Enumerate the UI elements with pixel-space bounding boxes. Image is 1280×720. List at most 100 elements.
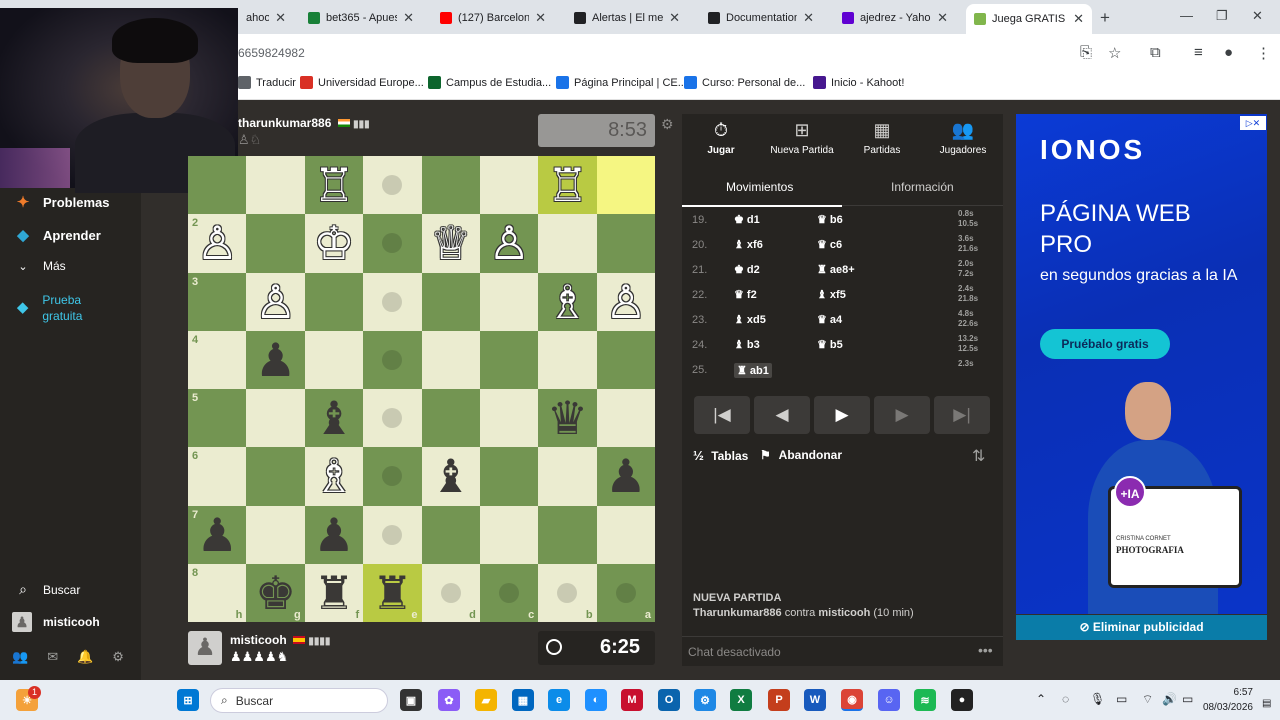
browser-tab[interactable]: ajedrez - Yahoo ✕ [834, 6, 956, 30]
task-view-icon[interactable]: ▣ [400, 689, 422, 711]
media-icon[interactable]: ≡ [1194, 44, 1203, 61]
wifi-icon[interactable]: ⌔ [1142, 692, 1153, 707]
sidebar-item-mas[interactable]: ⌄ Más [12, 259, 65, 273]
board-square[interactable] [421, 330, 480, 389]
minimize-button[interactable]: — [1180, 8, 1193, 23]
chess-piece[interactable]: ♝ [430, 453, 471, 499]
clock-time[interactable]: 6:57 [1209, 687, 1253, 698]
move-white[interactable]: ♚ d2 [734, 263, 760, 276]
board-square[interactable] [421, 272, 480, 331]
sidebar-search[interactable]: ⌕ Buscar [12, 581, 80, 598]
next-move-button[interactable]: ▶ [874, 396, 930, 434]
ad-cta-button[interactable]: Pruébalo gratis [1040, 329, 1170, 359]
friends-icon[interactable]: 👥 [12, 649, 28, 665]
sidebar-item-problemas[interactable]: ✦ Problemas [12, 193, 110, 211]
word-icon[interactable]: W [804, 689, 826, 711]
sidebar-item-aprender[interactable]: ◆ Aprender [12, 226, 101, 244]
app-red-icon[interactable]: ● [951, 689, 973, 711]
bookmark-star-icon[interactable]: ☆ [1108, 44, 1121, 62]
move-white[interactable]: ♚ d1 [734, 213, 760, 226]
maximize-button[interactable]: ❐ [1216, 8, 1228, 24]
board-square[interactable]: 7 ♟ [188, 505, 247, 564]
player-two[interactable]: misticooh [818, 607, 870, 619]
board-square[interactable] [246, 156, 305, 215]
nav-jugar[interactable]: ⏱ Jugar [696, 120, 746, 156]
chess-piece[interactable]: ♙ [605, 279, 646, 325]
top-player-name[interactable]: tharunkumar886 ▮▮▮ [238, 116, 370, 130]
board-square[interactable]: 8h [188, 563, 247, 622]
board-square[interactable]: ♖ [304, 156, 364, 215]
move-white[interactable]: ♝ b3 [734, 338, 760, 351]
tab-informacion[interactable]: Información [891, 180, 954, 194]
board-square[interactable] [479, 272, 539, 331]
more-options-icon[interactable]: ••• [978, 642, 993, 658]
spotify-icon[interactable]: ≋ [914, 689, 936, 711]
chess-piece[interactable]: ♟ [605, 453, 646, 499]
legal-move-dot[interactable] [382, 524, 403, 545]
board-square[interactable]: d [421, 563, 480, 622]
board-square[interactable] [363, 330, 422, 389]
browser-tab[interactable]: Documentation ✕ [700, 6, 822, 30]
battery-icon[interactable]: ▭ [1182, 692, 1193, 706]
close-tab-icon[interactable]: ✕ [669, 10, 680, 26]
legal-move-dot[interactable] [499, 582, 520, 603]
profile-avatar-icon[interactable]: ● [1224, 44, 1233, 61]
legal-move-dot[interactable] [557, 582, 578, 603]
chess-piece[interactable]: ♜ [313, 570, 354, 616]
board-square[interactable]: ♖ [538, 156, 597, 215]
volume-icon[interactable]: 🔊 [1162, 692, 1177, 706]
player-avatar[interactable]: ♟ [188, 631, 222, 665]
gear-icon[interactable]: ⚙ [112, 649, 124, 665]
close-tab-icon[interactable]: ✕ [403, 10, 414, 26]
board-square[interactable]: 5 [188, 389, 247, 448]
board-square[interactable] [363, 214, 422, 273]
board-square[interactable]: e ♜ [363, 563, 422, 622]
notifications-icon[interactable]: ▤ [1262, 698, 1271, 709]
taskbar-search[interactable]: ⌕ Buscar [210, 688, 388, 713]
browser-tab[interactable]: ahoo ✕ [238, 6, 294, 30]
board-square[interactable]: a [596, 563, 655, 622]
offer-draw-button[interactable]: ½ Tablas [693, 448, 748, 463]
mail-icon[interactable]: ✉ [47, 649, 58, 665]
board-square[interactable] [246, 214, 305, 273]
board-square[interactable] [421, 505, 480, 564]
file-explorer-icon[interactable]: ▰ [475, 689, 497, 711]
board-square[interactable] [188, 156, 247, 215]
board-square[interactable]: g ♚ [246, 563, 305, 622]
close-tab-icon[interactable]: ✕ [275, 10, 286, 26]
chess-piece[interactable]: ♝ [313, 395, 354, 441]
board-square[interactable] [421, 389, 480, 448]
legal-move-dot[interactable] [382, 175, 403, 196]
board-square[interactable] [363, 389, 422, 448]
board-square[interactable] [304, 330, 364, 389]
tab-movimientos[interactable]: Movimientos [726, 180, 793, 194]
bookmark-item[interactable]: Traducir [238, 76, 296, 89]
bookmark-item[interactable]: Campus de Estudia... [428, 76, 551, 89]
board-square[interactable]: ♝ [421, 447, 480, 506]
board-square[interactable] [363, 447, 422, 506]
tray-chevron-icon[interactable]: ⌃ [1036, 692, 1046, 706]
sidebar-item-prueba[interactable]: ◆ Prueba gratuita [12, 292, 122, 324]
board-square[interactable]: 3 [188, 272, 247, 331]
board-square[interactable]: 2 ♙ [188, 214, 247, 273]
browser-tab[interactable]: Alertas | El mejor ✕ [566, 6, 688, 30]
tray-app-icon[interactable]: ◌ [1062, 692, 1069, 706]
legal-move-dot[interactable] [382, 349, 403, 370]
player-one[interactable]: Tharunkumar886 [693, 607, 782, 619]
board-square[interactable] [479, 330, 539, 389]
nav-partidas[interactable]: ▦ Partidas [856, 120, 908, 156]
chess-piece[interactable]: ♚ [255, 570, 296, 616]
board-square[interactable]: ♙ [246, 272, 305, 331]
board-square[interactable] [363, 156, 422, 215]
board-square[interactable]: ♟ [246, 330, 305, 389]
store-icon[interactable]: ▦ [512, 689, 534, 711]
board-square[interactable] [479, 447, 539, 506]
board-square[interactable]: ♝ [304, 389, 364, 448]
board-square[interactable] [479, 156, 539, 215]
clock-date[interactable]: 08/03/2026 [1199, 702, 1253, 713]
board-square[interactable] [596, 505, 655, 564]
board-square[interactable] [538, 505, 597, 564]
close-tab-icon[interactable]: ✕ [1073, 11, 1084, 27]
board-square[interactable] [246, 389, 305, 448]
move-white[interactable]: ♝ xf6 [734, 238, 763, 251]
